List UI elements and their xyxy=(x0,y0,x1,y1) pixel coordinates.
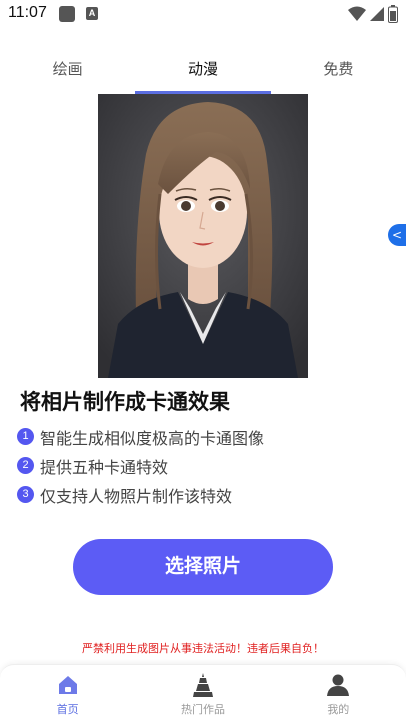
feature-number-badge: 3 xyxy=(17,486,34,503)
tab-label: 动漫 xyxy=(187,60,218,78)
nav-label: 我的 xyxy=(327,703,350,716)
wifi-icon xyxy=(348,6,366,21)
notification-a-icon: A xyxy=(86,7,98,20)
feature-number-badge: 1 xyxy=(17,428,34,445)
tab-anime[interactable]: 动漫 xyxy=(135,48,271,94)
nav-label: 首页 xyxy=(56,703,79,716)
feature-list: 1 智能生成相似度极高的卡通图像 2 提供五种卡通特效 3 仅支持人物照片制作该… xyxy=(17,422,264,509)
side-expand-tab[interactable]: < xyxy=(388,224,406,246)
feature-text: 仅支持人物照片制作该特效 xyxy=(40,486,233,506)
nav-label: 热门作品 xyxy=(180,703,225,716)
feature-number-badge: 2 xyxy=(17,457,34,474)
status-bar: 11:07 A xyxy=(0,0,406,28)
cartoon-preview-image xyxy=(98,94,308,378)
tab-painting[interactable]: 绘画 xyxy=(0,48,135,94)
tab-label: 绘画 xyxy=(52,60,83,78)
page-headline: 将相片制作成卡通效果 xyxy=(20,390,230,414)
legal-warning-text: 严禁利用生成图片从事违法活动！违者后果自负！ xyxy=(82,642,324,655)
nav-item-home[interactable]: 首页 xyxy=(0,665,135,721)
tower-icon xyxy=(191,672,215,698)
nav-item-profile[interactable]: 我的 xyxy=(271,665,406,721)
status-time: 11:07 xyxy=(8,4,47,21)
bottom-navigation: 首页 热门作品 我的 xyxy=(0,664,406,721)
choose-photo-button[interactable]: 选择照片 xyxy=(73,539,333,595)
feature-item: 2 提供五种卡通特效 xyxy=(17,451,264,480)
tab-free[interactable]: 免费 xyxy=(271,48,406,94)
feature-item: 1 智能生成相似度极高的卡通图像 xyxy=(17,422,264,451)
tab-label: 免费 xyxy=(323,60,354,78)
home-icon xyxy=(56,672,80,698)
person-icon xyxy=(326,672,350,698)
feature-text: 提供五种卡通特效 xyxy=(40,457,169,477)
notification-square-icon xyxy=(59,6,75,22)
battery-icon xyxy=(388,5,398,23)
feature-item: 3 仅支持人物照片制作该特效 xyxy=(17,480,264,509)
signal-icon xyxy=(370,7,384,21)
feature-text: 智能生成相似度极高的卡通图像 xyxy=(40,428,265,448)
category-tabs: 绘画 动漫 免费 xyxy=(0,48,406,94)
nav-item-popular[interactable]: 热门作品 xyxy=(135,665,270,721)
